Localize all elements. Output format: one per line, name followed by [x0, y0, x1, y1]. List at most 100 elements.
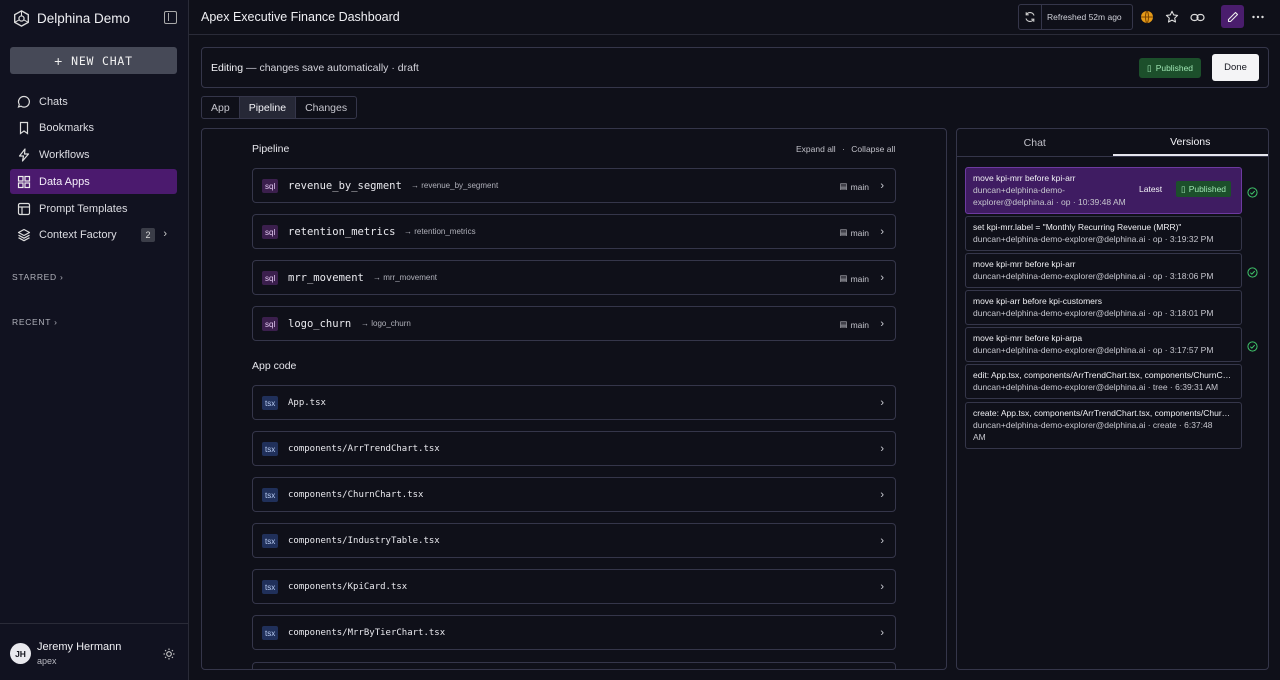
recent-label: RECENT	[12, 317, 51, 327]
versions-panel: Chat Versions move kpi-mrr before kpi-ar…	[956, 128, 1269, 670]
tab-chat[interactable]: Chat	[957, 129, 1113, 156]
version-item[interactable]: edit: App.tsx, components/ArrTrendChart.…	[965, 364, 1242, 399]
sidebar-item-context-factory[interactable]: Context Factory 2 ›	[10, 223, 177, 248]
version-meta: AM	[973, 432, 986, 442]
sidebar-item-bookmarks[interactable]: Bookmarks	[10, 116, 177, 141]
sql-tag: sql	[262, 179, 279, 193]
avatar: JH	[10, 643, 31, 664]
collapse-all-link[interactable]: Collapse all	[851, 144, 895, 154]
chevron-right-icon: ›	[880, 581, 884, 593]
code-file-row-partial[interactable]	[252, 662, 896, 669]
theme-toggle-icon[interactable]	[163, 647, 175, 665]
version-title: set kpi-mrr.label = "Monthly Recurring R…	[973, 222, 1182, 232]
chevron-right-icon: ›	[880, 627, 884, 639]
starred-section-header[interactable]: STARRED ›	[12, 272, 63, 282]
branch-name: main	[850, 273, 869, 284]
sidebar-item-chats[interactable]: Chats	[10, 89, 177, 114]
code-file-row[interactable]: tsx App.tsx ›	[252, 385, 896, 420]
editing-label: Editing	[211, 62, 244, 74]
pipeline-row[interactable]: sql retention_metrics → retention_metric…	[252, 214, 896, 249]
globe-icon[interactable]	[1139, 9, 1155, 25]
sidebar-item-prompt-templates[interactable]: Prompt Templates	[10, 196, 177, 221]
plus-icon: +	[54, 52, 64, 69]
link-icon[interactable]	[1189, 9, 1205, 25]
version-item[interactable]: move kpi-mrr before kpi-arr duncan+delph…	[965, 167, 1242, 214]
user-profile[interactable]: JH Jeremy Hermann apex	[0, 623, 189, 680]
step-name: retention_metrics	[288, 226, 396, 238]
pipeline-heading: Pipeline	[252, 143, 290, 155]
bookmark-icon	[17, 121, 31, 135]
code-file-row[interactable]: tsx components/MrrByTierChart.tsx ›	[252, 615, 896, 650]
sidebar-item-label: Prompt Templates	[39, 202, 128, 215]
more-options-icon[interactable]	[1250, 9, 1266, 25]
chevron-right-icon: ›	[880, 272, 884, 284]
chat-bubble-icon	[17, 95, 31, 109]
code-file-row[interactable]: tsx components/ChurnChart.tsx ›	[252, 477, 896, 512]
expand-all-link[interactable]: Expand all	[796, 144, 836, 154]
user-org: apex	[37, 656, 57, 666]
step-output: → revenue_by_segment	[411, 181, 499, 190]
chevron-right-icon: ›	[54, 317, 58, 327]
code-file-row[interactable]: tsx components/ArrTrendChart.tsx ›	[252, 431, 896, 466]
version-item[interactable]: move kpi-mrr before kpi-arr duncan+delph…	[965, 253, 1242, 288]
branch-label: ▤ main	[840, 319, 869, 330]
pin-icon: ▯	[1181, 184, 1186, 194]
version-title: move kpi-mrr before kpi-arpa	[973, 333, 1083, 343]
check-circle-icon	[1247, 185, 1258, 203]
pipeline-row[interactable]: sql logo_churn → logo_churn ▤ main ›	[252, 306, 896, 341]
count-badge: 2	[141, 227, 155, 242]
step-output: → logo_churn	[361, 319, 411, 328]
edit-pencil-button[interactable]	[1221, 5, 1244, 28]
brand[interactable]: Delphina Demo	[13, 9, 130, 27]
chevron-right-icon: ›	[880, 318, 884, 330]
pipeline-row[interactable]: sql mrr_movement → mrr_movement ▤ main ›	[252, 260, 896, 295]
tab-app[interactable]: App	[202, 97, 240, 118]
check-circle-icon	[1247, 339, 1258, 357]
database-icon: ▤	[839, 181, 848, 191]
version-meta: duncan+delphina-demo-explorer@delphina.a…	[973, 420, 1213, 430]
code-file-row[interactable]: tsx components/IndustryTable.tsx ›	[252, 523, 896, 558]
version-item[interactable]: move kpi-arr before kpi-customers duncan…	[965, 290, 1242, 325]
pencil-icon	[1227, 11, 1238, 22]
new-chat-button[interactable]: + NEW CHAT	[10, 47, 177, 74]
sidebar-item-data-apps[interactable]: Data Apps	[10, 169, 177, 195]
chevron-right-icon: ›	[880, 226, 884, 238]
published-badge: ▯ Published	[1176, 181, 1232, 197]
sidebar-item-label: Bookmarks	[39, 122, 95, 135]
refreshed-status: Refreshed 52m ago	[1047, 12, 1122, 22]
tsx-tag: tsx	[262, 534, 279, 548]
step-name: mrr_movement	[288, 272, 364, 284]
tab-changes[interactable]: Changes	[296, 97, 356, 118]
page-title: Apex Executive Finance Dashboard	[201, 10, 400, 24]
sidebar-item-workflows[interactable]: Workflows	[10, 143, 177, 168]
code-file-row[interactable]: tsx components/KpiCard.tsx ›	[252, 569, 896, 604]
branch-label: ▤ main	[840, 181, 869, 192]
sidebar-item-label: Data Apps	[39, 175, 90, 188]
sidebar-collapse-icon[interactable]	[164, 11, 177, 24]
star-icon[interactable]	[1164, 9, 1180, 25]
brand-name: Delphina Demo	[37, 10, 131, 26]
done-button[interactable]: Done	[1212, 54, 1259, 81]
sql-tag: sql	[262, 317, 279, 331]
version-item[interactable]: move kpi-mrr before kpi-arpa duncan+delp…	[965, 327, 1242, 362]
version-item[interactable]: set kpi-mrr.label = "Monthly Recurring R…	[965, 216, 1242, 251]
recent-section-header[interactable]: RECENT ›	[12, 317, 58, 327]
edit-status-detail: — changes save automatically · draft	[243, 62, 419, 74]
right-panel-tabs: Chat Versions	[957, 129, 1268, 157]
pipeline-row[interactable]: sql revenue_by_segment → revenue_by_segm…	[252, 168, 896, 203]
file-name: components/ArrTrendChart.tsx	[288, 444, 440, 454]
file-name: components/MrrByTierChart.tsx	[288, 628, 446, 638]
version-meta: duncan+delphina-demo-explorer@delphina.a…	[973, 234, 1214, 244]
version-meta: explorer@delphina.ai · op · 10:39:48 AM	[973, 197, 1126, 207]
published-badge: ▯ Published	[1139, 58, 1202, 78]
new-chat-label: NEW CHAT	[71, 53, 133, 68]
version-item[interactable]: create: App.tsx, components/ArrTrendChar…	[965, 402, 1242, 449]
edit-status-text: Editing — changes save automatically · d…	[211, 62, 419, 74]
version-title: edit: App.tsx, components/ArrTrendChart.…	[973, 370, 1234, 380]
refresh-icon[interactable]	[1019, 5, 1042, 29]
branch-label: ▤ main	[840, 227, 869, 238]
tab-pipeline[interactable]: Pipeline	[239, 97, 297, 118]
chevron-right-icon[interactable]: ›	[163, 228, 167, 240]
tsx-tag: tsx	[262, 580, 279, 594]
tab-versions[interactable]: Versions	[1112, 129, 1268, 156]
